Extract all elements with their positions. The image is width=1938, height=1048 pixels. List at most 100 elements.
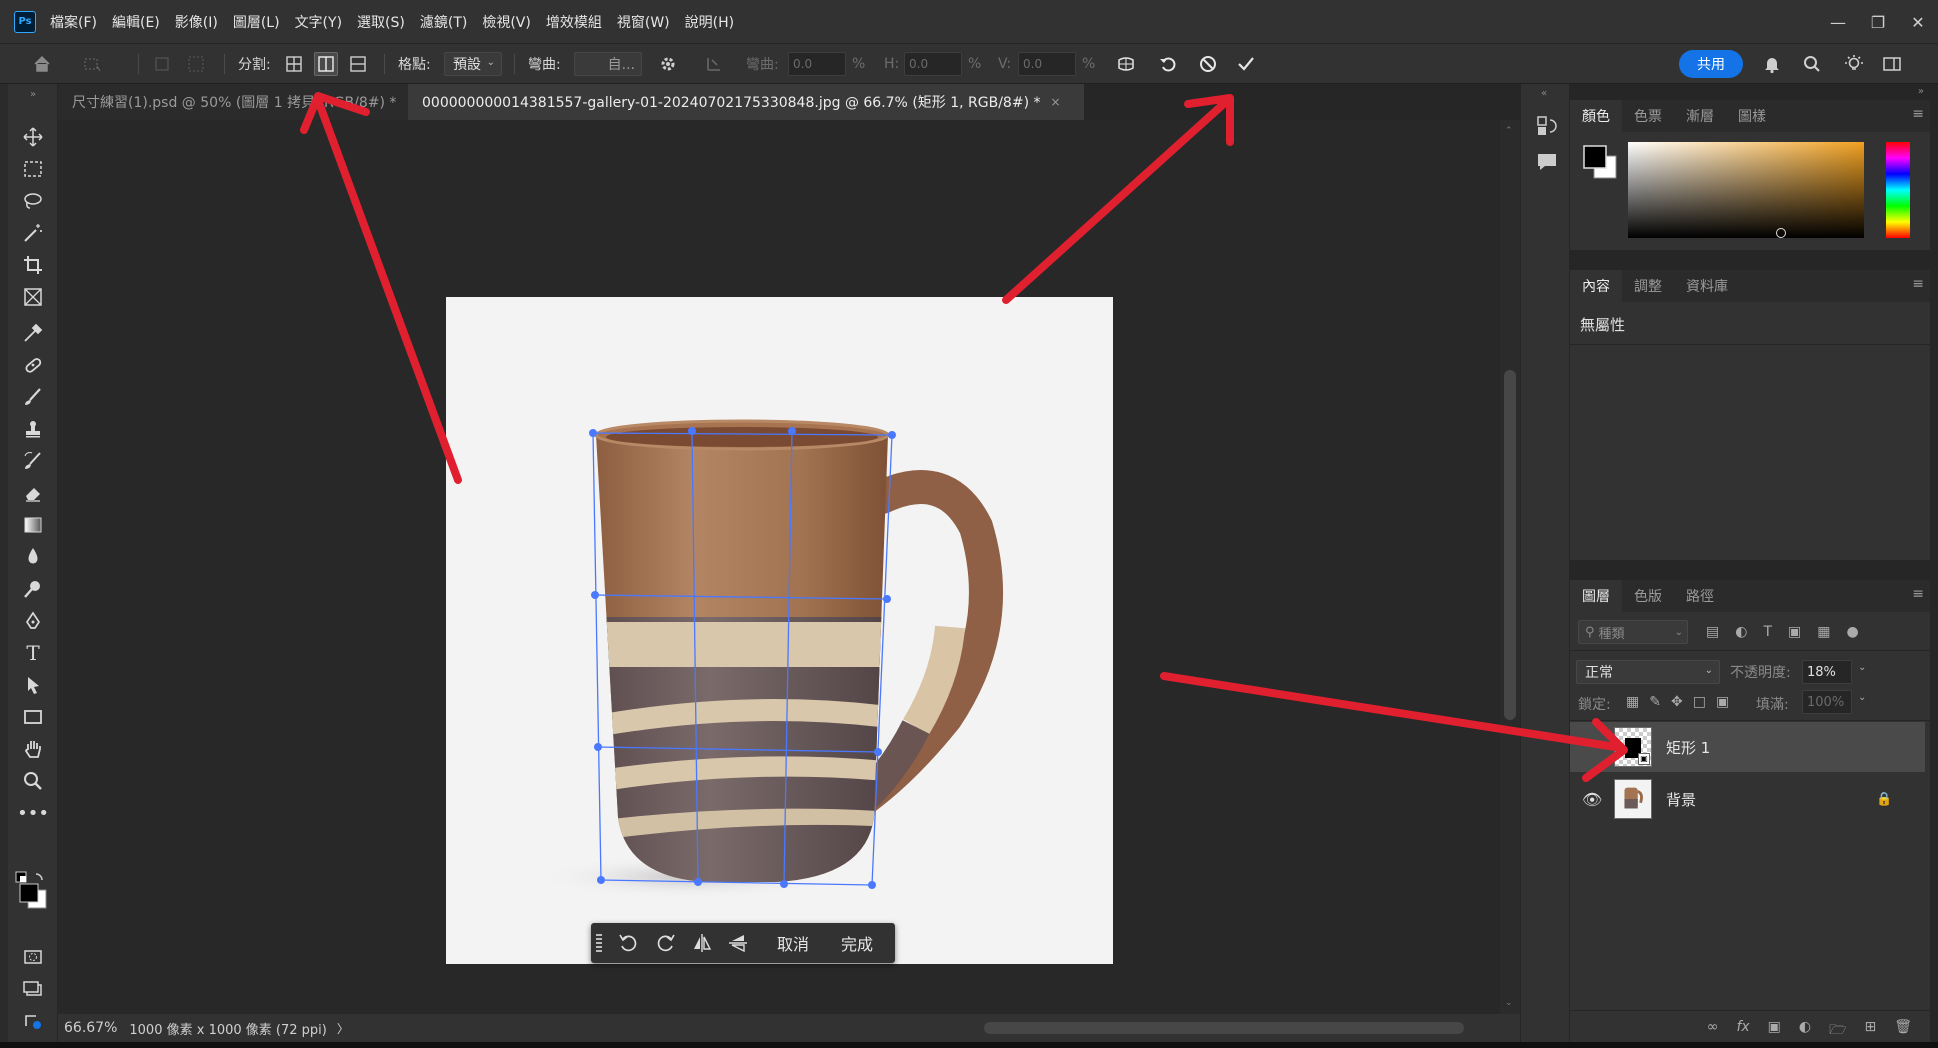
color-field[interactable] [1628, 142, 1864, 238]
cancel-button[interactable]: 取消 [777, 923, 809, 963]
blend-mode-dropdown[interactable]: 正常 ⌄ [1576, 660, 1720, 684]
history-brush-tool-icon[interactable] [20, 448, 46, 474]
lasso-tool-icon[interactable] [20, 188, 46, 214]
status-menu-arrow[interactable]: 〉 [337, 1020, 349, 1037]
eraser-tool-icon[interactable] [20, 480, 46, 506]
filter-toggle-icon[interactable]: ● [1846, 624, 1858, 640]
canvas-area[interactable] [58, 120, 1500, 1014]
gear-icon[interactable] [656, 52, 680, 76]
path-selection-tool-icon[interactable] [20, 672, 46, 698]
brush-tool-icon[interactable] [20, 384, 46, 410]
panel-menu-icon[interactable]: ≡ [1912, 106, 1924, 122]
collapse-icon[interactable]: « [1541, 88, 1547, 99]
done-button[interactable]: 完成 [841, 923, 873, 963]
tab-document-jpg[interactable]: 000000000014381557-gallery-01-2024070217… [408, 84, 1084, 120]
tab-document-psd[interactable]: 尺寸練習(1).psd @ 50% (圖層 1 拷貝, RGB/8#) * × [58, 84, 417, 120]
trash-icon[interactable]: 🗑 [1894, 1019, 1912, 1043]
more-tools-icon[interactable]: ••• [17, 800, 49, 826]
menu-layer[interactable]: 圖層(L) [233, 12, 280, 32]
collapse-panels-icon[interactable]: » [1918, 86, 1924, 97]
tab-layers[interactable]: 圖層 [1570, 580, 1622, 612]
menu-select[interactable]: 選取(S) [357, 12, 405, 32]
rotate-ccw-icon[interactable] [617, 932, 639, 954]
magic-wand-tool-icon[interactable] [20, 220, 46, 246]
rotate-cw-icon[interactable] [655, 932, 677, 954]
restore-icon[interactable]: ❐ [1858, 13, 1898, 32]
menu-view[interactable]: 檢視(V) [482, 12, 531, 32]
lock-artboard-icon[interactable]: □ [1693, 694, 1706, 710]
tab-channels[interactable]: 色版 [1622, 580, 1674, 612]
workspace-icon[interactable] [1880, 52, 1904, 76]
document-canvas[interactable] [446, 297, 1113, 964]
split-cross-icon[interactable] [282, 52, 306, 76]
layer-row-rectangle[interactable]: ▣ 矩形 1 [1570, 722, 1925, 772]
collapse-toolbar-icon[interactable]: » [20, 88, 46, 100]
share-document-icon[interactable] [20, 1008, 46, 1034]
scroll-down-icon[interactable]: ⌄ [1505, 998, 1513, 1008]
fg-bg-swatch[interactable] [1580, 142, 1620, 182]
v-field[interactable]: 0.0 [1018, 52, 1076, 76]
healing-brush-tool-icon[interactable] [20, 352, 46, 378]
adjustment-layer-icon[interactable]: ◐ [1799, 1019, 1811, 1043]
adjustment-filter-icon[interactable]: ◐ [1735, 624, 1747, 640]
warp-orientation-icon[interactable] [702, 52, 726, 76]
lock-all-icon[interactable]: ▣ [1716, 694, 1729, 710]
bell-icon[interactable] [1760, 52, 1784, 76]
menu-plugins[interactable]: 增效模組 [546, 12, 602, 32]
chevron-down-icon[interactable]: ⌄ [1858, 662, 1866, 673]
new-layer-icon[interactable]: ⊞ [1864, 1019, 1876, 1043]
opacity-field[interactable]: 18% [1802, 660, 1852, 684]
h-field[interactable]: 0.0 [904, 52, 962, 76]
link-layers-icon[interactable]: ∞ [1707, 1019, 1719, 1043]
add-mask-icon[interactable]: ▣ [1768, 1019, 1781, 1043]
menu-type[interactable]: 文字(Y) [295, 12, 342, 32]
smart-object-filter-icon[interactable]: ▦ [1817, 624, 1830, 640]
hand-tool-icon[interactable] [20, 736, 46, 762]
horizontal-scroll-thumb[interactable] [984, 1022, 1464, 1034]
flip-horizontal-icon[interactable] [691, 932, 713, 954]
menu-help[interactable]: 說明(H) [685, 12, 734, 32]
blur-tool-icon[interactable] [20, 544, 46, 570]
close-icon[interactable]: ✕ [1898, 13, 1938, 32]
lightbulb-icon[interactable] [1842, 52, 1866, 76]
minimize-icon[interactable]: — [1818, 13, 1858, 32]
frame-tool-icon[interactable] [20, 284, 46, 310]
tab-color[interactable]: 顏色 [1570, 100, 1622, 132]
lock-position-icon[interactable]: ✥ [1671, 694, 1683, 710]
gradient-tool-icon[interactable] [20, 512, 46, 538]
search-icon[interactable] [1800, 52, 1824, 76]
layer-name[interactable]: 矩形 1 [1666, 737, 1710, 758]
split-vertical-icon[interactable] [314, 52, 338, 76]
layer-row-background[interactable]: 👁 背景 🔒 [1570, 774, 1925, 824]
tab-patterns[interactable]: 圖樣 [1726, 100, 1778, 132]
lock-transparent-icon[interactable]: ▦ [1626, 694, 1639, 710]
scroll-up-icon[interactable]: ⌃ [1505, 126, 1513, 136]
menu-image[interactable]: 影像(I) [175, 12, 218, 32]
warp-style-dropdown[interactable]: 自... [574, 52, 642, 76]
fill-field[interactable]: 100% [1802, 690, 1852, 714]
type-tool-icon[interactable]: T [20, 640, 46, 666]
stamp-tool-icon[interactable] [20, 416, 46, 442]
type-filter-icon[interactable]: T [1763, 624, 1772, 640]
panel-menu-icon[interactable]: ≡ [1912, 586, 1924, 602]
flip-vertical-icon[interactable] [727, 932, 749, 954]
comments-panel-icon[interactable] [1535, 150, 1559, 174]
hue-slider[interactable] [1886, 142, 1910, 238]
move-tool-icon[interactable] [20, 124, 46, 150]
lock-pixels-icon[interactable]: ✎ [1649, 694, 1661, 710]
eyedropper-tool-icon[interactable] [20, 320, 46, 346]
tab-paths[interactable]: 路徑 [1674, 580, 1726, 612]
crop-tool-icon[interactable] [20, 252, 46, 278]
menu-filter[interactable]: 濾鏡(T) [420, 12, 467, 32]
panel-menu-icon[interactable]: ≡ [1912, 276, 1924, 292]
commit-checkmark-icon[interactable] [1234, 52, 1258, 76]
share-button[interactable]: 共用 [1679, 50, 1743, 78]
foreground-background-color-icon[interactable] [14, 870, 54, 910]
history-panel-icon[interactable] [1535, 114, 1559, 138]
close-icon[interactable]: × [1050, 95, 1060, 109]
tab-libraries[interactable]: 資料庫 [1674, 270, 1740, 302]
drag-handle-icon[interactable] [595, 932, 603, 954]
layer-filter-dropdown[interactable]: ⚲ 種類 ⌄ [1578, 620, 1688, 644]
toggle-warp-icon[interactable] [1114, 52, 1138, 76]
reference-point-icon[interactable] [150, 52, 174, 76]
